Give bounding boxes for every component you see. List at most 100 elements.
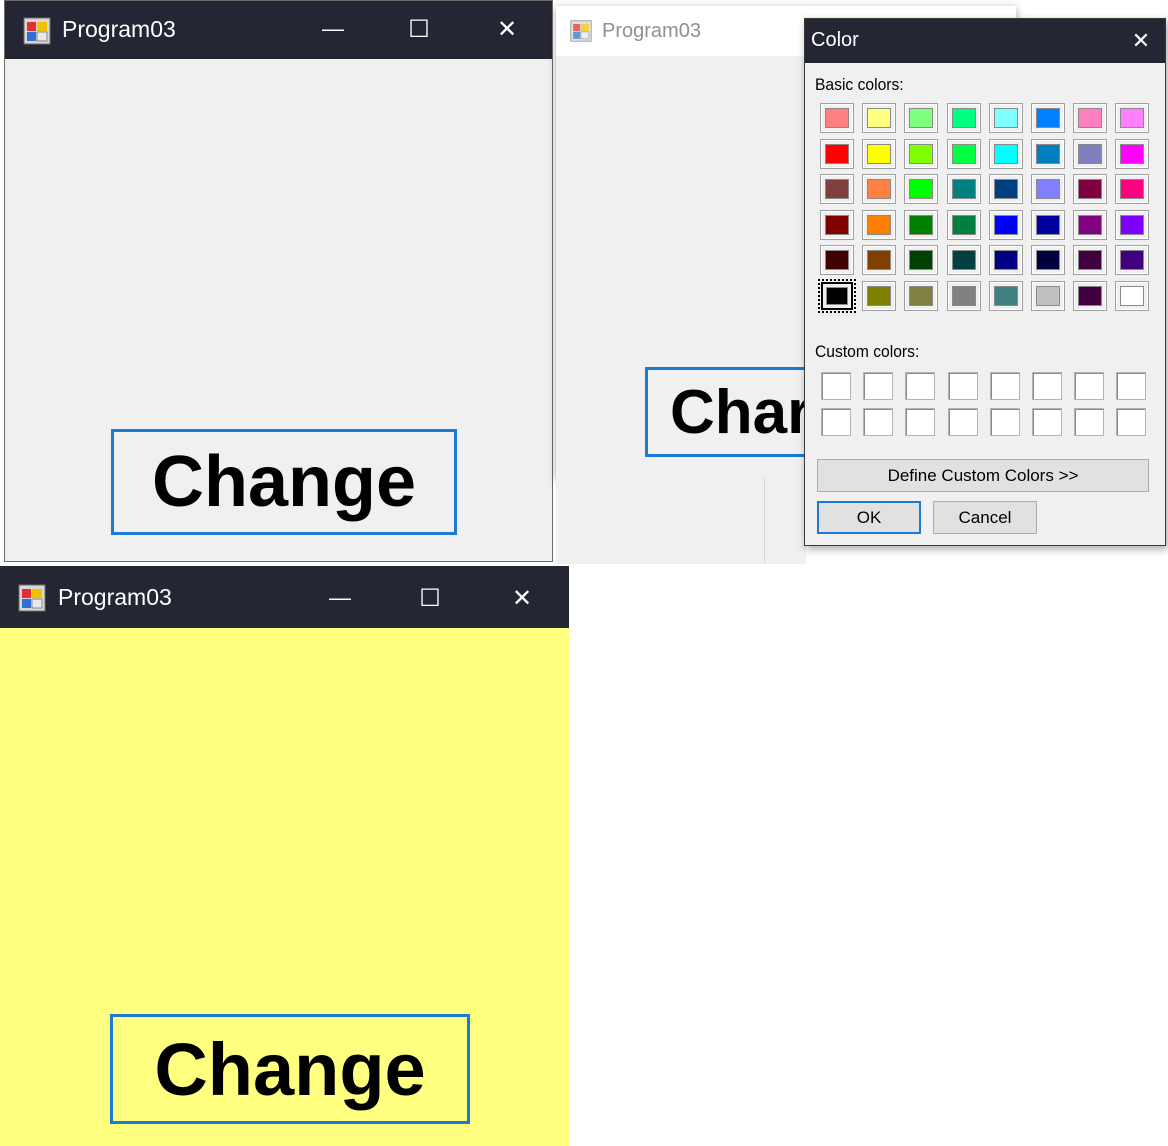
- basic-color-swatch[interactable]: [862, 245, 896, 275]
- basic-color-swatch[interactable]: [1073, 174, 1107, 204]
- app-icon: [570, 20, 592, 42]
- cancel-button[interactable]: Cancel: [933, 501, 1037, 534]
- basic-color-swatch[interactable]: [862, 174, 896, 204]
- basic-color-swatch[interactable]: [989, 281, 1023, 311]
- basic-color-swatch[interactable]: [947, 174, 981, 204]
- swatch-color: [994, 286, 1018, 306]
- swatch-color: [825, 144, 849, 164]
- basic-color-swatch[interactable]: [1115, 281, 1149, 311]
- close-icon[interactable]: ✕: [1123, 23, 1159, 59]
- basic-color-swatch[interactable]: [989, 139, 1023, 169]
- basic-color-swatch[interactable]: [1115, 174, 1149, 204]
- custom-color-slot[interactable]: [990, 372, 1020, 400]
- swatch-color: [994, 108, 1018, 128]
- close-icon[interactable]: ✕: [500, 578, 544, 618]
- basic-color-swatch[interactable]: [862, 103, 896, 133]
- custom-color-slot[interactable]: [1032, 372, 1062, 400]
- custom-color-slot[interactable]: [948, 408, 978, 436]
- basic-color-swatch[interactable]: [947, 210, 981, 240]
- basic-color-swatch[interactable]: [1073, 139, 1107, 169]
- ok-button[interactable]: OK: [817, 501, 921, 534]
- basic-color-swatch[interactable]: [989, 245, 1023, 275]
- basic-color-swatch[interactable]: [862, 139, 896, 169]
- basic-color-swatch[interactable]: [1115, 210, 1149, 240]
- custom-color-slot[interactable]: [1074, 372, 1104, 400]
- close-icon[interactable]: ✕: [485, 9, 529, 49]
- window-title: Program03: [62, 16, 176, 42]
- custom-color-slot[interactable]: [1032, 408, 1062, 436]
- basic-color-swatch[interactable]: [1031, 245, 1065, 275]
- basic-color-swatch[interactable]: [904, 210, 938, 240]
- basic-color-swatch[interactable]: [947, 139, 981, 169]
- custom-color-slot[interactable]: [1116, 372, 1146, 400]
- swatch-color: [952, 250, 976, 270]
- basic-color-swatch[interactable]: [1031, 210, 1065, 240]
- custom-color-slot[interactable]: [863, 372, 893, 400]
- basic-color-swatch[interactable]: [1073, 103, 1107, 133]
- maximize-icon[interactable]: ☐: [408, 578, 452, 618]
- basic-color-swatch[interactable]: [820, 174, 854, 204]
- minimize-icon[interactable]: —: [311, 9, 355, 49]
- basic-color-swatch[interactable]: [1031, 174, 1065, 204]
- maximize-icon[interactable]: ☐: [397, 9, 441, 49]
- basic-color-swatch[interactable]: [947, 245, 981, 275]
- basic-color-swatch[interactable]: [989, 103, 1023, 133]
- swatch-color: [1078, 250, 1102, 270]
- custom-color-slot[interactable]: [821, 408, 851, 436]
- basic-color-swatch[interactable]: [1115, 245, 1149, 275]
- basic-color-swatch[interactable]: [904, 281, 938, 311]
- basic-color-swatch[interactable]: [947, 281, 981, 311]
- swatch-color: [1120, 144, 1144, 164]
- basic-color-swatch[interactable]: [818, 279, 856, 313]
- custom-color-slot[interactable]: [905, 372, 935, 400]
- swatch-color: [825, 215, 849, 235]
- basic-color-swatch[interactable]: [904, 139, 938, 169]
- color-dialog: Color ✕ Basic colors: Custom colors: Def…: [804, 18, 1166, 546]
- basic-color-swatch[interactable]: [820, 210, 854, 240]
- dialog-title-bar[interactable]: Color ✕: [805, 19, 1165, 63]
- swatch-color: [952, 286, 976, 306]
- swatch-color: [994, 250, 1018, 270]
- custom-color-slot[interactable]: [948, 372, 978, 400]
- change-button[interactable]: Change: [110, 1014, 470, 1124]
- custom-color-slot[interactable]: [990, 408, 1020, 436]
- basic-color-swatch[interactable]: [904, 245, 938, 275]
- swatch-color: [952, 179, 976, 199]
- basic-color-swatch[interactable]: [989, 210, 1023, 240]
- app-icon: [18, 584, 46, 612]
- basic-color-swatch[interactable]: [1031, 281, 1065, 311]
- basic-color-swatch[interactable]: [862, 210, 896, 240]
- swatch-color: [1078, 215, 1102, 235]
- basic-color-swatch[interactable]: [904, 174, 938, 204]
- swatch-color: [826, 287, 848, 305]
- basic-color-swatch[interactable]: [1073, 281, 1107, 311]
- swatch-color: [1078, 108, 1102, 128]
- basic-color-swatch[interactable]: [1031, 139, 1065, 169]
- define-custom-colors-button[interactable]: Define Custom Colors >>: [817, 459, 1149, 492]
- title-bar[interactable]: Program03 — ☐ ✕: [0, 566, 569, 628]
- app-icon: [23, 17, 51, 45]
- basic-color-swatch[interactable]: [820, 139, 854, 169]
- title-bar[interactable]: Program03 — ☐ ✕: [5, 1, 552, 59]
- change-button[interactable]: Change: [111, 429, 457, 535]
- basic-color-swatch[interactable]: [989, 174, 1023, 204]
- custom-color-slot[interactable]: [1074, 408, 1104, 436]
- basic-color-swatch[interactable]: [947, 103, 981, 133]
- custom-color-slot[interactable]: [863, 408, 893, 436]
- minimize-icon[interactable]: —: [318, 578, 362, 618]
- window-title: Program03: [58, 584, 172, 610]
- basic-color-swatch[interactable]: [820, 103, 854, 133]
- basic-color-swatch[interactable]: [1073, 210, 1107, 240]
- swatch-color: [1036, 250, 1060, 270]
- basic-color-swatch[interactable]: [1115, 139, 1149, 169]
- basic-color-swatch[interactable]: [1073, 245, 1107, 275]
- custom-color-slot[interactable]: [821, 372, 851, 400]
- basic-color-swatch[interactable]: [1031, 103, 1065, 133]
- custom-color-slot[interactable]: [905, 408, 935, 436]
- basic-color-swatch[interactable]: [820, 245, 854, 275]
- custom-color-slot[interactable]: [1116, 408, 1146, 436]
- basic-color-swatch[interactable]: [862, 281, 896, 311]
- swatch-color: [1120, 215, 1144, 235]
- basic-color-swatch[interactable]: [904, 103, 938, 133]
- basic-color-swatch[interactable]: [1115, 103, 1149, 133]
